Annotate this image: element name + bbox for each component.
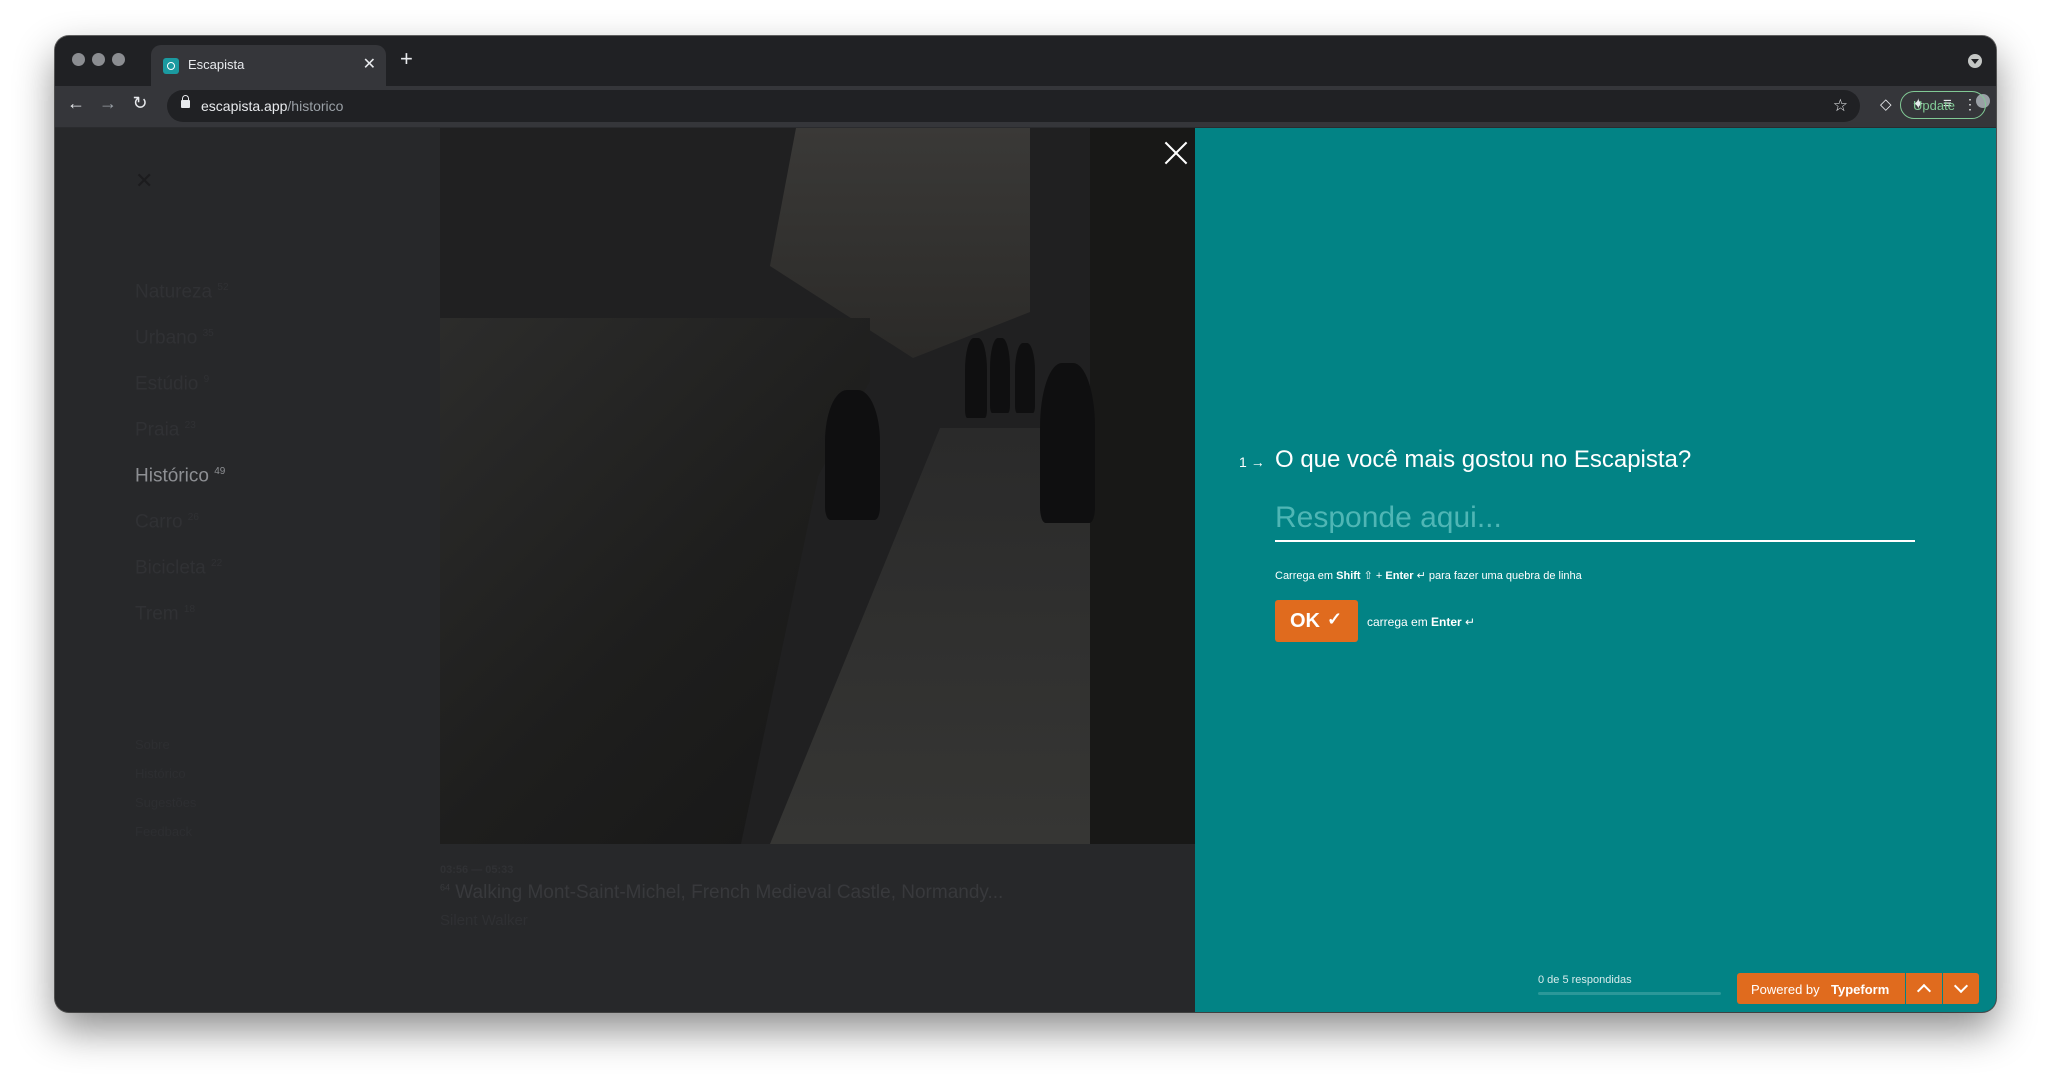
hint-suffix: ↵ para fazer uma quebra de linha — [1413, 570, 1582, 582]
url-host: escapista.app — [201, 98, 288, 114]
tab-search-icon[interactable] — [1968, 54, 1982, 68]
video-number: 64 — [440, 882, 451, 893]
powered-by-typeform-button[interactable]: Powered by Typeform — [1737, 973, 1905, 1004]
category-count: 49 — [214, 466, 226, 477]
checkmark-icon: ✓ — [1327, 609, 1343, 629]
category-item[interactable]: Praia 23 — [135, 403, 229, 449]
ok-button[interactable]: OK ✓ — [1275, 600, 1358, 642]
category-count: 9 — [203, 374, 210, 385]
footer-links: Sobre Histórico Sugestões Feedback — [135, 730, 196, 846]
thumbnail-person-shape — [825, 390, 880, 520]
hint-enter-key: Enter — [1385, 570, 1414, 582]
category-item[interactable]: Bicicleta 22 — [135, 541, 229, 587]
enter-hint-prefix: carrega em — [1367, 615, 1432, 629]
category-label: Praia — [135, 419, 180, 441]
video-time-range: 03:56 — 05:33 — [440, 864, 514, 876]
thumbnail-person-shape — [965, 338, 987, 418]
powered-brand: Typeform — [1831, 982, 1890, 997]
enter-hint-suffix: ↵ — [1461, 615, 1476, 629]
category-list: Natureza 52 Urbano 35 Estúdio 9 Praia 23 His… — [135, 265, 229, 633]
minimize-window-button[interactable] — [92, 53, 105, 66]
pocket-icon[interactable]: ◇ — [1880, 95, 1892, 113]
ok-label: OK — [1290, 610, 1320, 632]
category-item[interactable]: Carro 26 — [135, 495, 229, 541]
thumbnail-person-shape — [1040, 363, 1095, 523]
category-item[interactable]: Urbano 35 — [135, 311, 229, 357]
browser-window: Escapista ✕ + ← → ↻ escapista.app/histor… — [55, 36, 1996, 1012]
forward-arrow-icon[interactable]: → — [96, 93, 120, 114]
update-button[interactable]: Update ⋮ — [1900, 91, 1986, 119]
category-label: Histórico — [135, 465, 209, 487]
enter-hint-key: Enter — [1431, 615, 1462, 629]
question-number: 1 → — [1239, 454, 1265, 470]
url-text: escapista.app/historico — [201, 98, 343, 114]
tab-close-icon[interactable]: ✕ — [363, 54, 376, 74]
bookmark-star-icon[interactable]: ☆ — [1833, 96, 1848, 116]
category-label: Carro — [135, 511, 183, 533]
line-break-hint: Carrega em Shift ⇧ + Enter ↵ para fazer … — [1275, 569, 1582, 582]
category-count: 52 — [217, 282, 229, 293]
category-count: 18 — [183, 604, 196, 615]
chevron-down-icon — [1953, 978, 1969, 994]
reload-icon[interactable]: ↻ — [128, 93, 152, 114]
question-arrow-icon: → — [1250, 454, 1265, 470]
typeform-panel: 1 → O que você mais gostou no Escapista?… — [1195, 128, 1996, 1012]
browser-toolbar: ← → ↻ escapista.app/historico ☆ ◇ ✦ ≡ Up… — [55, 86, 1996, 128]
close-window-button[interactable] — [72, 53, 85, 66]
footer-link[interactable]: Feedback — [135, 817, 196, 846]
powered-prefix: Powered by — [1751, 982, 1820, 997]
question-text: O que você mais gostou no Escapista? — [1275, 446, 1692, 473]
footer-link[interactable]: Histórico — [135, 759, 196, 788]
update-label: Update — [1913, 98, 1955, 113]
progress-text: 0 de 5 respondidas — [1538, 974, 1632, 986]
thumbnail-right-wall-shape — [1090, 128, 1195, 844]
question-index: 1 — [1239, 454, 1247, 470]
browser-tab[interactable]: Escapista ✕ — [151, 45, 386, 86]
progress-bar — [1538, 992, 1721, 995]
address-bar[interactable]: escapista.app/historico ☆ — [167, 90, 1860, 122]
answer-input[interactable] — [1275, 496, 1915, 542]
thumbnail-person-shape — [990, 338, 1010, 413]
category-count: 22 — [211, 558, 223, 569]
category-item[interactable]: Natureza 52 — [135, 265, 229, 311]
category-label: Trem — [135, 603, 179, 625]
enter-hint: carrega em Enter ↵ — [1367, 615, 1475, 629]
video-title[interactable]: 64 Walking Mont-Saint-Michel, French Med… — [440, 882, 1003, 904]
tab-title: Escapista — [188, 57, 245, 72]
category-label: Natureza — [135, 281, 213, 303]
previous-question-button[interactable] — [1906, 973, 1942, 1004]
hint-shift-key: Shift — [1336, 570, 1361, 582]
category-label: Estúdio — [135, 373, 199, 395]
tab-strip: Escapista ✕ + — [55, 36, 1996, 86]
next-question-button[interactable] — [1943, 973, 1979, 1004]
category-count: 26 — [187, 512, 199, 523]
new-tab-button[interactable]: + — [400, 48, 413, 70]
zoom-window-button[interactable] — [112, 53, 125, 66]
category-count: 23 — [184, 420, 196, 431]
escapista-favicon-icon — [163, 58, 179, 74]
page-content: ✕ Natureza 52 Urbano 35 Estúdio 9 Praia 23 H… — [55, 128, 1996, 1012]
menu-close-icon[interactable]: ✕ — [135, 168, 153, 194]
video-thumbnail[interactable] — [440, 128, 1195, 844]
url-path: /historico — [287, 98, 344, 114]
category-label: Urbano — [135, 327, 198, 349]
footer-link[interactable]: Sobre — [135, 730, 196, 759]
category-item[interactable]: Estúdio 9 — [135, 357, 229, 403]
category-item[interactable]: Histórico 49 — [135, 449, 229, 495]
modal-close-icon[interactable] — [1163, 140, 1189, 166]
escapista-page-dimmed: ✕ Natureza 52 Urbano 35 Estúdio 9 Praia 23 H… — [55, 128, 1195, 1012]
category-count: 35 — [202, 328, 214, 339]
footer-link[interactable]: Sugestões — [135, 788, 196, 817]
chevron-up-icon — [1916, 983, 1932, 999]
lock-icon — [181, 95, 190, 108]
hint-prefix: Carrega em — [1275, 570, 1337, 582]
browser-menu-icon[interactable]: ⋮ — [1963, 96, 1977, 113]
video-author: Silent Walker — [440, 912, 528, 929]
back-arrow-icon[interactable]: ← — [64, 93, 88, 114]
video-title-text: Walking Mont-Saint-Michel, French Mediev… — [455, 882, 1004, 903]
hint-shift-glyph: ⇧ + — [1360, 570, 1386, 582]
category-label: Bicicleta — [135, 557, 206, 579]
thumbnail-person-shape — [1015, 343, 1035, 413]
category-item[interactable]: Trem 18 — [135, 587, 229, 633]
